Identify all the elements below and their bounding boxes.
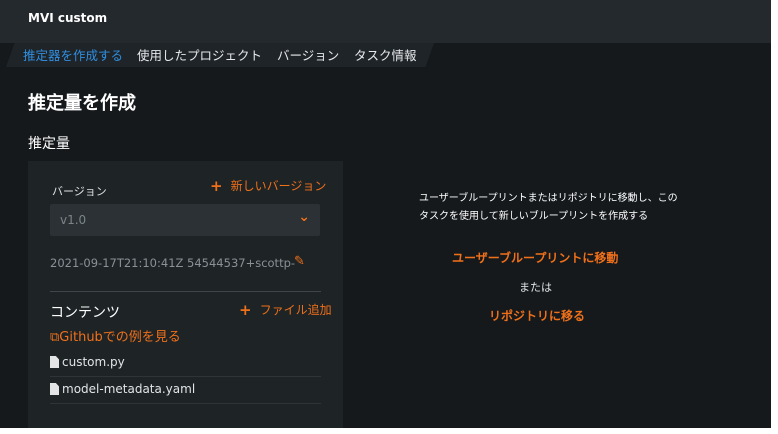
new-version-button[interactable]: + 新しいバージョン	[210, 177, 326, 195]
torn-edge-bottom	[0, 428, 778, 434]
file-icon	[50, 383, 59, 395]
blueprint-description-line2: タスクを使用して新しいブループリントを作成する	[419, 211, 649, 222]
file-icon	[50, 356, 59, 368]
add-file-label: ファイル追加	[259, 303, 332, 317]
chevron-down-icon: ⌄	[298, 209, 310, 225]
file-name: custom.py	[62, 355, 125, 369]
tab-task-info[interactable]: タスク情報	[354, 45, 417, 64]
version-select-value: v1.0	[60, 213, 87, 227]
version-label: バージョン	[52, 185, 107, 198]
divider	[50, 291, 321, 292]
pencil-icon[interactable]: ✎	[294, 254, 305, 269]
tab-create-estimator[interactable]: 推定器を作成する	[23, 45, 123, 64]
app-window: MVI custom 推定器を作成する 使用したプロジェクト バージョン タスク…	[0, 0, 771, 428]
plus-icon: +	[239, 301, 252, 319]
or-text: または	[519, 281, 552, 294]
file-item[interactable]: model-metadata.yaml	[50, 377, 321, 404]
app-title: MVI custom	[28, 11, 108, 25]
go-user-blueprint-link[interactable]: ユーザーブループリントに移動	[452, 249, 618, 266]
tab-used-projects[interactable]: 使用したプロジェクト	[137, 45, 262, 64]
version-select[interactable]: v1.0 ⌄	[50, 204, 320, 236]
blueprint-description-line1: ユーザーブループリントまたはリポジトリに移動し、この	[419, 193, 678, 204]
version-panel: バージョン + 新しいバージョン v1.0 ⌄ 2021-09-17T21:10:…	[28, 161, 343, 428]
external-link-icon: ⧉	[50, 330, 60, 345]
title-bar: MVI custom	[0, 0, 771, 43]
torn-edge-right	[771, 0, 778, 434]
new-version-label: 新しいバージョン	[230, 179, 327, 193]
tab-bar: 推定器を作成する 使用したプロジェクト バージョン タスク情報	[0, 43, 457, 67]
section-title: 推定量	[28, 136, 70, 152]
add-file-button[interactable]: + ファイル追加	[239, 301, 332, 319]
contents-title: コンテンツ	[50, 305, 120, 321]
page-title: 推定量を作成	[28, 93, 136, 114]
version-meta: 2021-09-17T21:10:41Z 54544537+scottp-	[50, 256, 296, 270]
go-repository-link[interactable]: リポジトリに移る	[489, 307, 585, 324]
file-name: model-metadata.yaml	[62, 382, 196, 396]
tab-versions[interactable]: バージョン	[277, 45, 339, 64]
plus-icon: +	[210, 177, 223, 195]
github-link-label: Githubでの例を見る	[59, 330, 181, 345]
file-item[interactable]: custom.py	[50, 350, 321, 377]
github-example-link[interactable]: ⧉Githubでの例を見る	[50, 326, 181, 345]
